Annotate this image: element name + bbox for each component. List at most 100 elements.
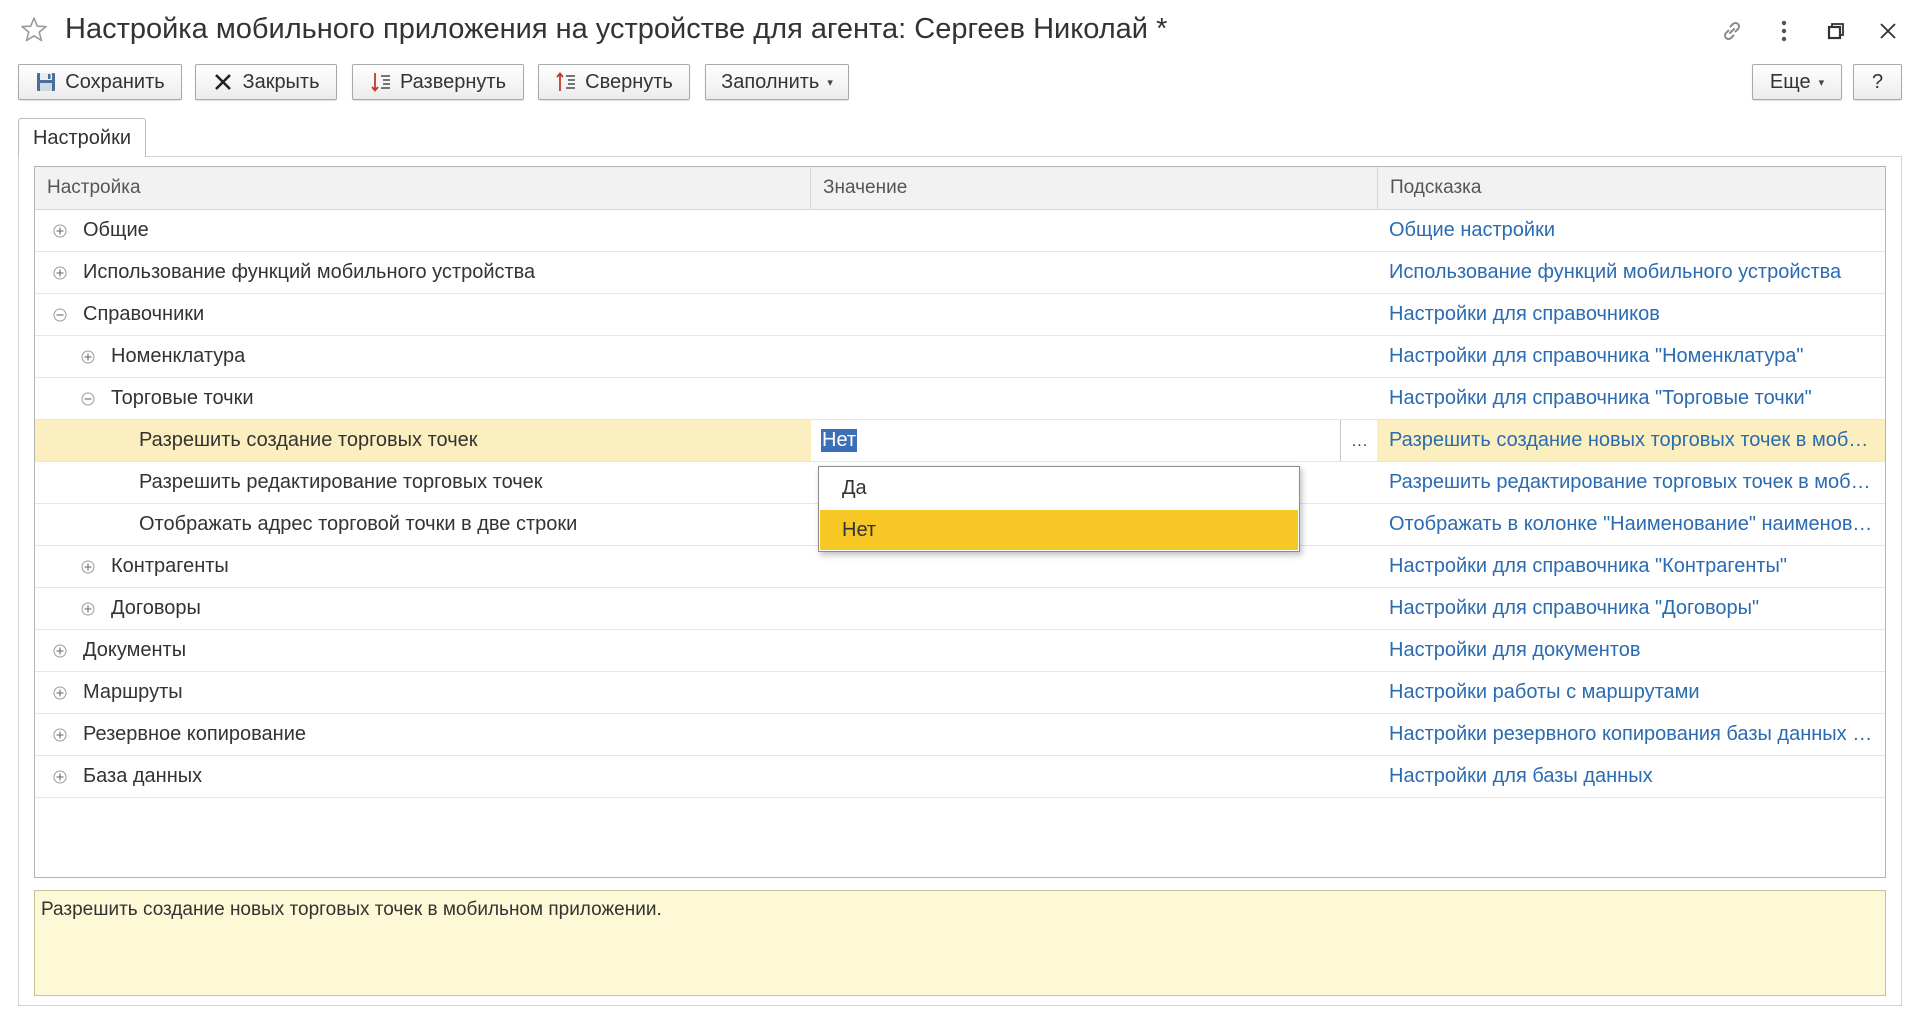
more-dropdown-button[interactable]: Еще ▾ [1752,64,1842,100]
tab-settings-label: Настройки [32,126,132,149]
table-row[interactable]: Договоры Настройки для справочника "Догов… [35,588,1885,630]
tree-collapse-icon[interactable] [81,392,95,406]
setting-hint-link[interactable]: Настройки для справочника "Договоры" [1389,588,1877,629]
table-row[interactable]: Контрагенты Настройки для справочника "Ко… [35,546,1885,588]
setting-name-cell[interactable]: Договоры [35,588,810,629]
value-dropdown-list: Да Нет [818,466,1300,552]
tree-expand-icon[interactable] [53,728,67,742]
setting-hint-link[interactable]: Разрешить редактирование торговых точек … [1389,462,1877,503]
table-row[interactable]: База данных Настройки для базы данных [35,756,1885,798]
hint-panel: Разрешить создание новых торговых точек … [34,890,1886,996]
setting-name-cell[interactable]: Разрешить создание торговых точек [35,420,810,461]
setting-value-cell[interactable] [811,756,1377,797]
column-header-setting[interactable]: Настройка [35,167,811,209]
dropdown-option-no[interactable]: Нет [820,510,1298,550]
setting-hint-link[interactable]: Настройки для справочника "Номенклатура" [1389,336,1877,377]
setting-value-cell[interactable] [811,714,1377,755]
setting-hint-link[interactable]: Общие настройки [1389,210,1877,251]
setting-name-label: База данных [83,765,203,787]
toolbar: Сохранить Закрыть Развернуть Свернуть За… [18,64,1902,102]
setting-name-cell[interactable]: Разрешить редактирование торговых точек [35,462,810,503]
setting-hint-link[interactable]: Настройки для справочника "Контрагенты" [1389,546,1877,587]
setting-name-cell[interactable]: Общие [35,210,810,251]
link-icon[interactable] [1712,14,1752,48]
setting-name-cell[interactable]: Торговые точки [35,378,810,419]
setting-value-cell[interactable] [811,546,1377,587]
tree-expand-icon[interactable] [53,224,67,238]
collapse-button[interactable]: Свернуть [538,64,690,100]
table-row[interactable]: Использование функций мобильного устройс… [35,252,1885,294]
table-row[interactable]: Общие Общие настройки [35,210,1885,252]
more-actions-icon[interactable] [1764,14,1804,48]
dropdown-option-no-label: Нет [842,518,877,541]
close-window-icon[interactable] [1868,14,1908,48]
setting-value-cell[interactable] [811,672,1377,713]
setting-name-cell[interactable]: Использование функций мобильного устройс… [35,252,810,293]
setting-name-cell[interactable]: Контрагенты [35,546,810,587]
fill-dropdown-button[interactable]: Заполнить ▾ [705,64,849,100]
setting-hint-link[interactable]: Настройки для справочников [1389,294,1877,335]
save-button[interactable]: Сохранить [18,64,182,100]
setting-hint-link[interactable]: Настройки для документов [1389,630,1877,671]
setting-value-cell[interactable] [811,252,1377,293]
column-header-value[interactable]: Значение [811,167,1378,209]
setting-name-cell[interactable]: Маршруты [35,672,810,713]
setting-hint-link[interactable]: Настройки для справочника "Торговые точк… [1389,378,1877,419]
setting-hint-link[interactable]: Настройки резервного копирования базы да… [1389,714,1877,755]
setting-hint-label: Настройки работы с маршрутами [1389,681,1700,703]
tree-expand-icon[interactable] [81,350,95,364]
table-row[interactable]: Резервное копирование Настройки резервног… [35,714,1885,756]
tree-expand-icon[interactable] [81,560,95,574]
tree-expand-icon[interactable] [53,686,67,700]
setting-hint-link[interactable]: Настройки для базы данных [1389,756,1877,797]
column-header-hint[interactable]: Подсказка [1378,167,1885,209]
setting-hint-link[interactable]: Настройки работы с маршрутами [1389,672,1877,713]
setting-name-cell[interactable]: Документы [35,630,810,671]
setting-value-cell[interactable] [811,588,1377,629]
setting-hint-link[interactable]: Отображать в колонке "Наименование" наим… [1389,504,1877,545]
setting-hint-link[interactable]: Использование функций мобильного устройс… [1389,252,1877,293]
column-header-hint-label: Подсказка [1390,177,1482,198]
setting-value-cell[interactable] [811,294,1377,335]
setting-name-cell[interactable]: Номенклатура [35,336,810,377]
setting-hint-label: Настройки для справочника "Номенклатура" [1389,345,1804,367]
collapse-button-label: Свернуть [585,70,673,93]
expand-button[interactable]: Развернуть [352,64,524,100]
tab-settings[interactable]: Настройки [18,118,146,157]
table-row[interactable]: Справочники Настройки для справочников [35,294,1885,336]
dropdown-option-yes[interactable]: Да [820,468,1298,508]
window-title: Настройка мобильного приложения на устро… [65,13,1168,45]
tree-collapse-icon[interactable] [53,308,67,322]
setting-hint-label: Разрешить создание новых торговых точек … [1389,429,1877,451]
setting-name-cell[interactable]: Справочники [35,294,810,335]
table-row[interactable]: Документы Настройки для документов [35,630,1885,672]
tree-expand-icon[interactable] [53,644,67,658]
table-row[interactable]: Торговые точки Настройки для справочника … [35,378,1885,420]
setting-hint-link[interactable]: Разрешить создание новых торговых точек … [1389,420,1877,461]
setting-hint-label: Отображать в колонке "Наименование" наим… [1389,513,1877,535]
setting-value-cell[interactable] [811,630,1377,671]
setting-name-cell[interactable]: База данных [35,756,810,797]
expand-button-label: Развернуть [399,70,506,93]
setting-name-label: Документы [83,639,187,661]
save-icon [35,71,57,93]
help-button[interactable]: ? [1853,64,1902,100]
favorite-star-icon[interactable] [20,16,48,44]
restore-window-icon[interactable] [1816,14,1856,48]
tree-expand-icon[interactable] [53,266,67,280]
tree-expand-icon[interactable] [81,602,95,616]
dropdown-option-yes-label: Да [842,476,867,499]
tree-expand-icon[interactable] [53,770,67,784]
table-row[interactable]: Маршруты Настройки работы с маршрутами [35,672,1885,714]
choice-button[interactable]: ... [1343,420,1377,461]
value-editor: Нет... [811,420,1377,461]
table-row[interactable]: Разрешить создание торговых точек Нет... Р… [35,420,1885,462]
value-input[interactable]: Нет [811,420,1341,461]
setting-name-cell[interactable]: Резервное копирование [35,714,810,755]
setting-value-cell[interactable] [811,378,1377,419]
setting-name-cell[interactable]: Отображать адрес торговой точки в две ст… [35,504,810,545]
setting-value-cell[interactable] [811,336,1377,377]
setting-value-cell[interactable] [811,210,1377,251]
close-button[interactable]: Закрыть [195,64,337,100]
table-row[interactable]: Номенклатура Настройки для справочника "Н… [35,336,1885,378]
